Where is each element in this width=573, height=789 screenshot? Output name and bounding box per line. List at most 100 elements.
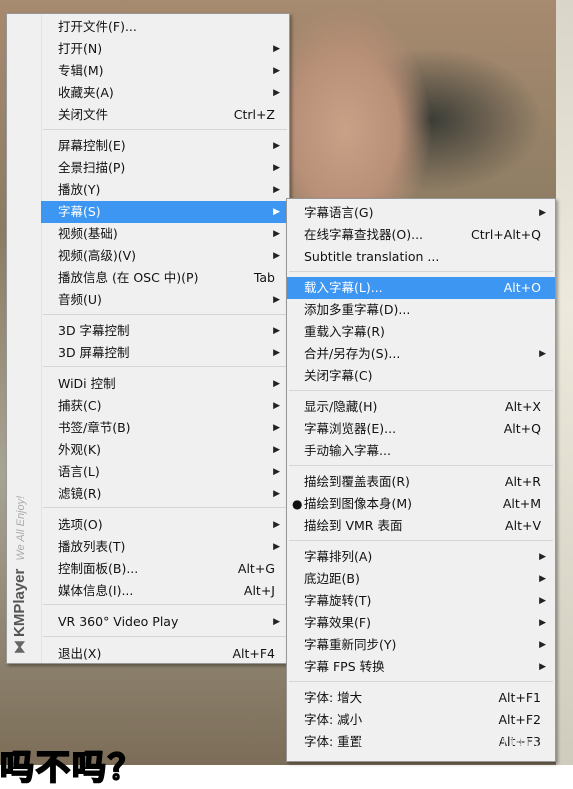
main-menu-item-10[interactable]: 视频(基础) ▶: [41, 223, 289, 245]
brand-name: KMPlayer: [11, 568, 28, 637]
main-menu-item-17[interactable]: 捕获(C) ▶: [41, 395, 289, 417]
main-menu-item-13[interactable]: 音频(U) ▶: [41, 289, 289, 311]
main-menu-item-12[interactable]: 播放信息 (在 OSC 中)(P) Tab: [41, 267, 289, 289]
main-menu-item-11[interactable]: 视频(高级)(V) ▶: [41, 245, 289, 267]
menu-item-label: 打开文件(F)...: [58, 19, 137, 34]
submenu-arrow-icon: ▶: [539, 552, 546, 562]
menu-item-shortcut: Alt+M: [502, 496, 541, 511]
main-menu-item-19[interactable]: 外观(K) ▶: [41, 439, 289, 461]
submenu-arrow-icon: ▶: [273, 44, 280, 54]
submenu-arrow-icon: ▶: [273, 489, 280, 499]
submenu-arrow-icon: ▶: [539, 596, 546, 606]
menu-separator: [43, 507, 287, 508]
main-menu-item-26[interactable]: VR 360° Video Play ▶: [41, 611, 289, 633]
subtitle-menu-item-1[interactable]: 字幕语言(G) ▶: [287, 202, 555, 224]
subtitle-menu-item-8[interactable]: 关闭字幕(C): [287, 365, 555, 387]
menu-brand-strip: ⧓ KMPlayer We All Enjoy!: [7, 14, 42, 663]
subtitle-menu-item-15[interactable]: 字幕排列(A) ▶: [287, 546, 555, 568]
main-menu-item-4[interactable]: 收藏夹(A) ▶: [41, 82, 289, 104]
main-menu-item-20[interactable]: 语言(L) ▶: [41, 461, 289, 483]
subtitle-menu-item-14[interactable]: 描绘到 VMR 表面 Alt+V: [287, 515, 555, 537]
subtitle-menu-item-16[interactable]: 底边距(B) ▶: [287, 568, 555, 590]
submenu-arrow-icon: ▶: [273, 66, 280, 76]
subtitle-menu-item-13[interactable]: ● 描绘到图像本身(M) Alt+M: [287, 493, 555, 515]
menu-item-shortcut: Alt+G: [237, 561, 275, 576]
menu-item-label: 显示/隐藏(H): [304, 399, 378, 414]
submenu-arrow-icon: ▶: [273, 467, 280, 477]
menu-item-label: 3D 屏幕控制: [58, 345, 130, 360]
menu-item-label: 字体: 增大: [304, 690, 363, 705]
menu-item-label: 3D 字幕控制: [58, 323, 130, 338]
brand-tagline: We All Enjoy!: [15, 495, 27, 561]
main-menu-item-15[interactable]: 3D 屏幕控制 ▶: [41, 342, 289, 364]
main-menu-item-5[interactable]: 关闭文件 Ctrl+Z: [41, 104, 289, 126]
menu-item-shortcut: Tab: [253, 270, 275, 285]
main-menu-item-14[interactable]: 3D 字幕控制 ▶: [41, 320, 289, 342]
submenu-arrow-icon: ▶: [273, 185, 280, 195]
menu-item-label: 字幕(S): [58, 204, 101, 219]
subtitle-menu-item-3[interactable]: Subtitle translation ...: [287, 246, 555, 268]
main-menu-item-22[interactable]: 选项(O) ▶: [41, 514, 289, 536]
submenu-arrow-icon: ▶: [273, 207, 280, 217]
submenu-arrow-icon: ▶: [273, 542, 280, 552]
main-menu-item-27[interactable]: 退出(X) Alt+F4: [41, 643, 289, 665]
submenu-arrow-icon: ▶: [273, 520, 280, 530]
submenu-arrow-icon: ▶: [273, 348, 280, 358]
menu-item-label: 描绘到 VMR 表面: [304, 518, 403, 533]
main-menu-item-6[interactable]: 屏幕控制(E) ▶: [41, 135, 289, 157]
main-menu-item-21[interactable]: 滤镜(R) ▶: [41, 483, 289, 505]
menu-item-label: 收藏夹(A): [58, 85, 114, 100]
menu-item-label: 字体: 重置: [304, 734, 363, 749]
menu-item-label: WiDi 控制: [58, 376, 116, 391]
main-menu-item-18[interactable]: 书签/章节(B) ▶: [41, 417, 289, 439]
submenu-arrow-icon: ▶: [273, 445, 280, 455]
submenu-arrow-icon: ▶: [539, 208, 546, 218]
subtitle-menu-item-10[interactable]: 字幕浏览器(E)... Alt+Q: [287, 418, 555, 440]
main-menu-item-9[interactable]: 字幕(S) ▶: [41, 201, 289, 223]
subtitle-menu-item-5[interactable]: 添加多重字幕(D)...: [287, 299, 555, 321]
menu-item-label: 描绘到覆盖表面(R): [304, 474, 410, 489]
main-menu-item-24[interactable]: 控制面板(B)... Alt+G: [41, 558, 289, 580]
subtitle-menu-item-7[interactable]: 合并/另存为(S)... ▶: [287, 343, 555, 365]
submenu-arrow-icon: ▶: [273, 617, 280, 627]
subtitle-menu-item-9[interactable]: 显示/隐藏(H) Alt+X: [287, 396, 555, 418]
menu-item-label: 播放(Y): [58, 182, 101, 197]
subtitle-menu-item-18[interactable]: 字幕效果(F) ▶: [287, 612, 555, 634]
main-menu-item-23[interactable]: 播放列表(T) ▶: [41, 536, 289, 558]
subtitle-menu-item-21[interactable]: 字体: 增大 Alt+F1: [287, 687, 555, 709]
menu-item-shortcut: Alt+J: [243, 583, 275, 598]
subtitle-menu-item-20[interactable]: 字幕 FPS 转换 ▶: [287, 656, 555, 678]
submenu-arrow-icon: ▶: [539, 618, 546, 628]
menu-separator: [289, 681, 553, 682]
subtitle-menu-item-2[interactable]: 在线字幕查找器(O)... Ctrl+Alt+Q: [287, 224, 555, 246]
subtitle-menu-item-19[interactable]: 字幕重新同步(Y) ▶: [287, 634, 555, 656]
menu-item-shortcut: Alt+Q: [503, 421, 541, 436]
subtitle-menu-item-17[interactable]: 字幕旋转(T) ▶: [287, 590, 555, 612]
subtitle-menu-item-11[interactable]: 手动输入字幕...: [287, 440, 555, 462]
subtitle-menu-item-6[interactable]: 重载入字幕(R): [287, 321, 555, 343]
menu-item-label: 字幕语言(G): [304, 205, 374, 220]
subtitle-menu-item-12[interactable]: 描绘到覆盖表面(R) Alt+R: [287, 471, 555, 493]
menu-item-label: 字体: 减小: [304, 712, 363, 727]
subtitle-menu-item-4[interactable]: 载入字幕(L)... Alt+O: [287, 277, 555, 299]
menu-item-label: 播放信息 (在 OSC 中)(P): [58, 270, 199, 285]
subtitle-menu-item-22[interactable]: 字体: 减小 Alt+F2: [287, 709, 555, 731]
menu-item-label: 合并/另存为(S)...: [304, 346, 401, 361]
main-menu-item-25[interactable]: 媒体信息(I)... Alt+J: [41, 580, 289, 602]
main-menu-item-1[interactable]: 打开文件(F)...: [41, 16, 289, 38]
main-menu-item-7[interactable]: 全景扫描(P) ▶: [41, 157, 289, 179]
menu-item-label: 字幕重新同步(Y): [304, 637, 397, 652]
menu-item-shortcut: Alt+F1: [498, 690, 541, 705]
main-menu-item-8[interactable]: 播放(Y) ▶: [41, 179, 289, 201]
main-menu-item-16[interactable]: WiDi 控制 ▶: [41, 373, 289, 395]
main-menu-item-3[interactable]: 专辑(M) ▶: [41, 60, 289, 82]
menu-item-label: 专辑(M): [58, 63, 104, 78]
menu-separator: [43, 129, 287, 130]
main-menu-item-2[interactable]: 打开(N) ▶: [41, 38, 289, 60]
menu-item-label: 关闭字幕(C): [304, 368, 373, 383]
menu-item-label: 字幕 FPS 转换: [304, 659, 385, 674]
blog-watermark: https://blog.csdn.net/u011416: [357, 736, 539, 750]
menu-item-label: 描绘到图像本身(M): [304, 496, 413, 511]
menu-separator: [289, 271, 553, 272]
menu-item-label: 全景扫描(P): [58, 160, 126, 175]
